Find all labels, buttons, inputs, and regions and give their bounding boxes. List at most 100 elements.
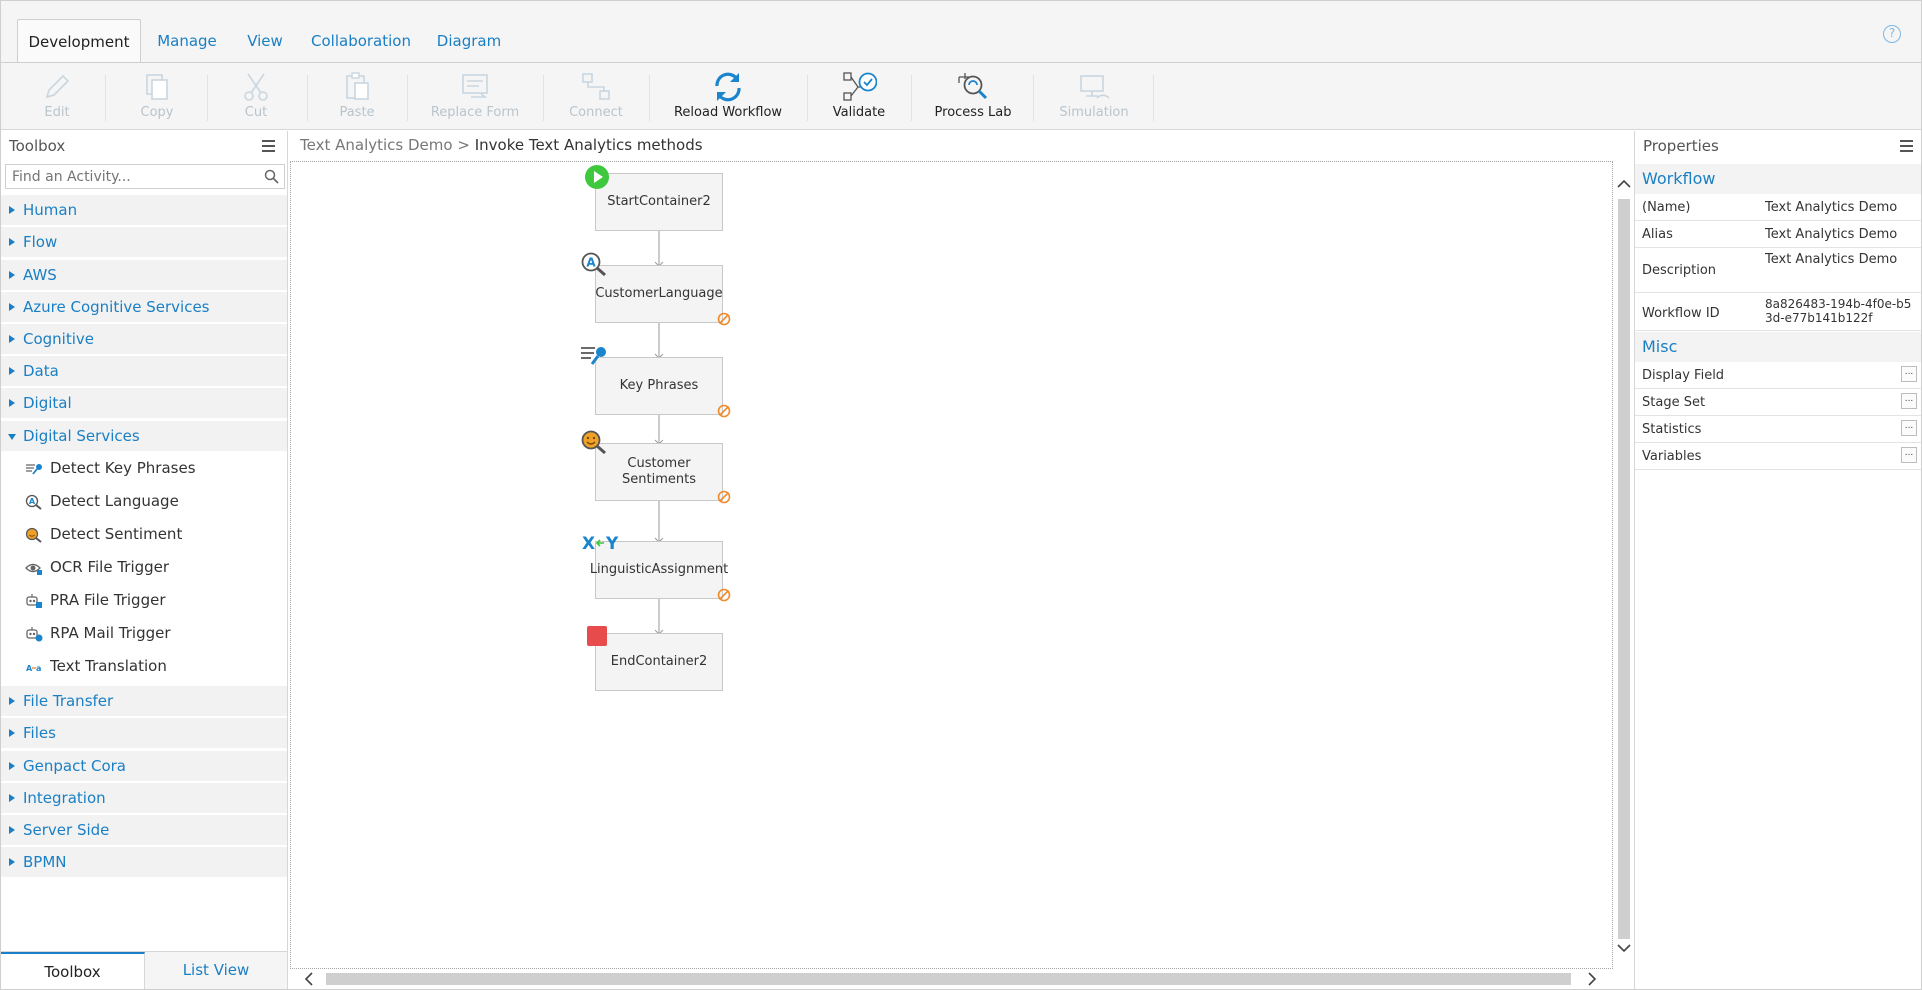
activity-search-input[interactable] (6, 165, 256, 188)
sentiment-icon (25, 527, 42, 543)
expand-arrow-icon (9, 367, 15, 375)
activity-detect-language[interactable]: A Detect Language (1, 485, 287, 518)
warning-no-icon[interactable] (717, 404, 731, 418)
category-flow[interactable]: Flow (1, 227, 287, 257)
warning-no-icon[interactable] (717, 312, 731, 326)
expand-arrow-icon (9, 335, 15, 343)
property-row-statistics[interactable]: Statistics ... (1635, 416, 1921, 443)
replace-form-button[interactable]: Replace Form (417, 63, 533, 129)
activity-ocr-file-trigger[interactable]: OCR File Trigger (1, 551, 287, 584)
activity-detect-sentiment[interactable]: Detect Sentiment (1, 518, 287, 551)
tab-manage[interactable]: Manage (149, 19, 225, 63)
activity-text-translation[interactable]: Aa Text Translation (1, 650, 287, 683)
node-end-container[interactable]: EndContainer2 (595, 633, 723, 691)
breadcrumb-root[interactable]: Text Analytics Demo (300, 136, 453, 154)
reload-workflow-button[interactable]: Reload Workflow (663, 63, 793, 129)
toolbox-title: Toolbox (9, 137, 66, 155)
activity-rpa-mail-trigger[interactable]: RPA Mail Trigger (1, 617, 287, 650)
activity-search (5, 164, 285, 189)
pencil-icon (45, 74, 70, 99)
scroll-right-icon[interactable] (1587, 972, 1597, 986)
category-digital[interactable]: Digital (1, 388, 287, 418)
hamburger-menu-icon[interactable] (1900, 140, 1913, 155)
process-lab-button[interactable]: Process Lab (921, 63, 1025, 129)
category-files[interactable]: Files (1, 718, 287, 748)
property-row-stage-set[interactable]: Stage Set ... (1635, 389, 1921, 416)
category-data[interactable]: Data (1, 356, 287, 386)
copy-button[interactable]: Copy (117, 63, 197, 129)
connect-icon (582, 73, 610, 100)
svg-text:Y: Y (605, 534, 619, 553)
property-row-alias[interactable]: Alias Text Analytics Demo (1635, 221, 1921, 248)
property-row-description[interactable]: Description Text Analytics Demo (1635, 248, 1921, 293)
category-genpact-cora[interactable]: Genpact Cora (1, 751, 287, 781)
property-row-workflow-id[interactable]: Workflow ID 8a826483-194b-4f0e-b53d-e77b… (1635, 293, 1921, 331)
ocr-icon (25, 563, 42, 575)
node-start-container[interactable]: StartContainer2 (595, 173, 723, 231)
paste-button[interactable]: Paste (317, 63, 397, 129)
cut-button[interactable]: Cut (216, 63, 296, 129)
search-icon[interactable] (264, 169, 279, 184)
category-cognitive[interactable]: Cognitive (1, 324, 287, 354)
breadcrumb-separator: > (457, 136, 470, 154)
svg-text:A: A (26, 664, 33, 673)
validate-icon (843, 72, 877, 101)
key-phrases-icon (581, 347, 606, 365)
ribbon-divider (1153, 75, 1154, 121)
toolbox-bottom-tabs: Toolbox List View (1, 951, 287, 989)
scroll-left-icon[interactable] (304, 972, 314, 986)
category-integration[interactable]: Integration (1, 783, 287, 813)
tab-view[interactable]: View (237, 19, 293, 63)
expand-arrow-icon (9, 303, 15, 311)
activity-detect-key-phrases[interactable]: Detect Key Phrases (1, 452, 287, 485)
svg-text:A: A (29, 497, 36, 506)
hamburger-menu-icon[interactable] (262, 140, 275, 155)
scroll-down-icon[interactable] (1617, 943, 1631, 953)
ribbon-toolbar: Edit Copy Cut Paste Replace Form Connect (1, 62, 1921, 130)
category-aws[interactable]: AWS (1, 260, 287, 290)
tab-toolbox[interactable]: Toolbox (1, 952, 145, 989)
horizontal-scrollbar[interactable] (290, 969, 1615, 989)
node-customer-sentiments[interactable]: Customer Sentiments (595, 443, 723, 501)
category-azure-cognitive-services[interactable]: Azure Cognitive Services (1, 292, 287, 322)
warning-no-icon[interactable] (717, 588, 731, 602)
tab-list-view[interactable]: List View (145, 952, 287, 989)
tab-development[interactable]: Development (17, 19, 141, 64)
category-human[interactable]: Human (1, 195, 287, 225)
workflow-canvas[interactable] (290, 161, 1613, 969)
ribbon-divider (807, 75, 808, 121)
connect-button[interactable]: Connect (553, 63, 639, 129)
robot-mail-icon (26, 627, 43, 642)
ellipsis-button[interactable]: ... (1901, 447, 1917, 463)
validate-button[interactable]: Validate (817, 63, 901, 129)
vertical-scroll-thumb[interactable] (1618, 199, 1630, 939)
ellipsis-button[interactable]: ... (1901, 366, 1917, 382)
tab-collaboration[interactable]: Collaboration (305, 19, 417, 63)
vertical-scrollbar[interactable] (1615, 161, 1633, 969)
property-row-display-field[interactable]: Display Field ... (1635, 362, 1921, 389)
simulation-button[interactable]: Simulation (1045, 63, 1143, 129)
category-digital-services[interactable]: Digital Services (1, 421, 287, 451)
edit-button[interactable]: Edit (17, 63, 97, 129)
category-server-side[interactable]: Server Side (1, 815, 287, 845)
horizontal-scroll-thumb[interactable] (326, 973, 1571, 985)
expand-arrow-icon (9, 858, 15, 866)
section-misc: Misc (1635, 332, 1921, 362)
ribbon-divider (649, 75, 650, 121)
ellipsis-button[interactable]: ... (1901, 393, 1917, 409)
category-file-transfer[interactable]: File Transfer (1, 686, 287, 716)
activity-pra-file-trigger[interactable]: PRA File Trigger (1, 584, 287, 617)
scroll-up-icon[interactable] (1617, 179, 1631, 189)
expand-arrow-icon (9, 826, 15, 834)
help-icon[interactable]: ? (1883, 25, 1901, 43)
warning-no-icon[interactable] (717, 490, 731, 504)
property-row-name[interactable]: (Name) Text Analytics Demo (1635, 194, 1921, 221)
property-row-variables[interactable]: Variables ... (1635, 443, 1921, 470)
properties-panel: Properties Workflow (Name) Text Analytic… (1634, 131, 1921, 989)
node-key-phrases[interactable]: Key Phrases (595, 357, 723, 415)
tab-diagram[interactable]: Diagram (429, 19, 509, 63)
expand-arrow-icon (9, 399, 15, 407)
ellipsis-button[interactable]: ... (1901, 420, 1917, 436)
category-bpmn[interactable]: BPMN (1, 847, 287, 877)
node-customer-language[interactable]: CustomerLanguage (595, 265, 723, 323)
